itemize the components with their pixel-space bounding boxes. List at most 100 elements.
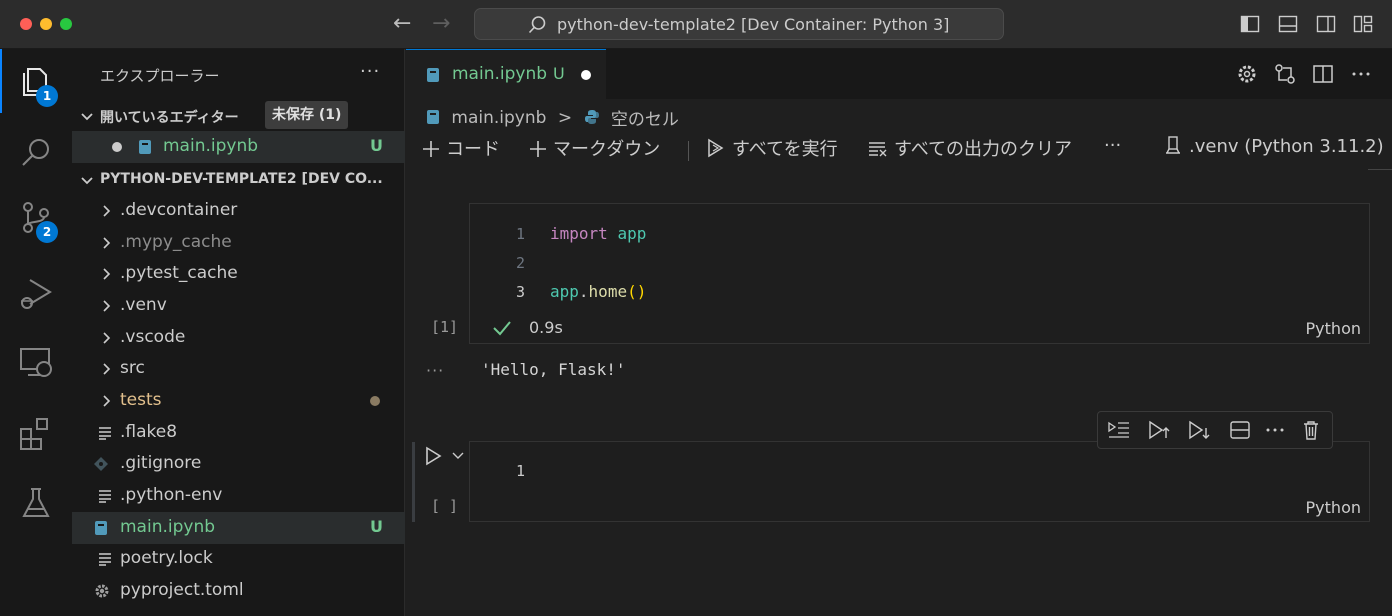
unsaved-dot-icon[interactable] [112,142,122,152]
tree-item-label: .mypy_cache [120,232,232,252]
trash-icon[interactable] [1300,420,1322,440]
tab-main-ipynb[interactable]: main.ipynb U [406,49,606,99]
chevron-down-icon [81,177,93,185]
run-cell-icon[interactable] [425,446,443,466]
extensions-activity[interactable] [0,401,72,465]
untracked-status: U [370,136,383,155]
add-markdown-cell-button[interactable]: マークダウン [529,135,660,161]
run-all-button[interactable]: すべてを実行 [706,135,838,161]
execute-above-icon[interactable] [1108,420,1130,440]
tree-item-flake8[interactable]: .flake8 [72,417,405,449]
chevron-right-icon [103,332,111,344]
explorer-badge: 1 [36,85,58,107]
code-line[interactable]: app.home() [550,282,646,301]
clear-all-outputs-button[interactable]: すべての出力のクリア [868,135,1072,161]
project-section[interactable]: PYTHON-DEV-TEMPLATE2 [DEV CO... [72,165,405,195]
toggle-primary-sidebar-icon[interactable] [1240,14,1260,34]
zoom-window-button[interactable] [60,18,72,30]
tree-item-label: .venv [120,295,167,315]
run-debug-activity[interactable] [0,261,72,325]
open-editors-section[interactable]: 開いているエディター [72,101,405,131]
tree-item-pytest-cache[interactable]: .pytest_cache [72,258,405,290]
toggle-secondary-sidebar-icon[interactable] [1316,14,1336,34]
paren-token: () [627,282,647,301]
text-file-icon [99,553,111,566]
execution-count: [1] [431,318,459,336]
tree-item-pyproject-toml[interactable]: pyproject.toml [72,575,405,607]
close-window-button[interactable] [20,18,32,30]
git-diamond-icon [94,457,108,471]
customize-layout-icon[interactable] [1353,14,1373,34]
code-cell[interactable]: 1 Python [469,441,1370,522]
command-center-search[interactable]: python-dev-template2 [Dev Container: Pyt… [474,8,1004,40]
split-editor-icon[interactable] [1312,63,1334,85]
cell-language[interactable]: Python [1306,319,1361,338]
unsaved-dot-icon[interactable] [581,70,591,80]
chevron-right-icon [103,237,111,249]
tree-item-label: tests [120,390,162,410]
explorer-activity[interactable]: 1 [0,49,72,113]
add-code-cell-button[interactable]: コード [422,135,500,161]
tree-item-poetry-lock[interactable]: poetry.lock [72,543,405,575]
chevron-down-icon [81,113,93,121]
chevron-down-icon[interactable] [452,451,464,461]
tree-item-vscode[interactable]: .vscode [72,322,405,354]
remote-explorer-activity[interactable] [0,331,72,395]
check-icon [493,321,511,336]
tree-item-label: main.ipynb [120,517,216,537]
testing-activity[interactable] [0,471,72,535]
cell-output: 'Hello, Flask!' [481,360,626,379]
forward-arrow-icon[interactable]: → [432,10,450,38]
breadcrumb-cell[interactable]: 空のセル [611,105,679,130]
tree-item-main-ipynb[interactable]: main.ipynb U [72,512,405,544]
sidebar-title: エクスプローラー [100,67,220,85]
tree-item-label: pyproject.toml [120,580,244,600]
tree-item-label: .pytest_cache [120,263,238,283]
source-control-activity[interactable]: 2 [0,185,72,249]
more-actions-button[interactable]: ··· [360,61,380,82]
clear-outputs-icon [869,142,887,157]
chevron-right-icon [103,205,111,217]
open-editor-item[interactable]: main.ipynb U [72,131,405,163]
text-file-icon [99,427,111,440]
back-arrow-icon[interactable]: ← [393,10,411,38]
tree-item-label: poetry.lock [120,548,213,568]
tab-bar: main.ipynb U [406,49,1392,99]
tree-item-gitignore[interactable]: .gitignore [72,448,405,480]
tree-item-mypy-cache[interactable]: .mypy_cache [72,227,405,259]
execute-cell-and-above-icon[interactable] [1148,420,1170,440]
compare-changes-icon[interactable] [1274,63,1296,85]
more-actions-icon[interactable] [1350,63,1372,85]
python-icon [584,109,599,124]
tree-item-label: .devcontainer [120,200,238,220]
line-number: 1 [515,462,525,480]
tree-item-tests[interactable]: tests [72,385,405,417]
tree-item-python-env[interactable]: .python-env [72,480,405,512]
code-line[interactable]: import app [550,224,646,243]
tree-item-src[interactable]: src [72,353,405,385]
flask-icon [22,488,50,517]
function-token: home [588,282,628,301]
split-cell-icon[interactable] [1229,420,1251,440]
search-activity[interactable] [0,121,72,185]
code-cell[interactable]: 1 2 3 import app app.home() Python [469,203,1370,344]
minimize-window-button[interactable] [40,18,52,30]
more-toolbar-actions-button[interactable]: ··· [1104,135,1121,156]
breadcrumb-file[interactable]: main.ipynb [451,108,546,128]
gear-icon[interactable] [1236,63,1258,85]
more-cell-actions-icon[interactable] [1264,420,1286,440]
toggle-panel-icon[interactable] [1278,14,1298,34]
untracked-status: U [370,517,383,536]
cell-language[interactable]: Python [1306,498,1361,517]
tree-item-venv[interactable]: .venv [72,290,405,322]
tree-item-devcontainer[interactable]: .devcontainer [72,195,405,227]
notebook-toolbar: コード マークダウン すべてを実行 すべての出力のクリア ··· .venv (… [406,135,1392,165]
output-more-button[interactable]: ··· [426,361,444,380]
chevron-right-icon [103,300,111,312]
run-debug-icon [21,279,52,309]
plus-icon [423,141,439,157]
kernel-icon [1166,136,1180,154]
remote-explorer-icon [20,348,52,377]
execute-cell-and-below-icon[interactable] [1188,420,1210,440]
kernel-picker-button[interactable]: .venv (Python 3.11.2) [1163,135,1384,157]
